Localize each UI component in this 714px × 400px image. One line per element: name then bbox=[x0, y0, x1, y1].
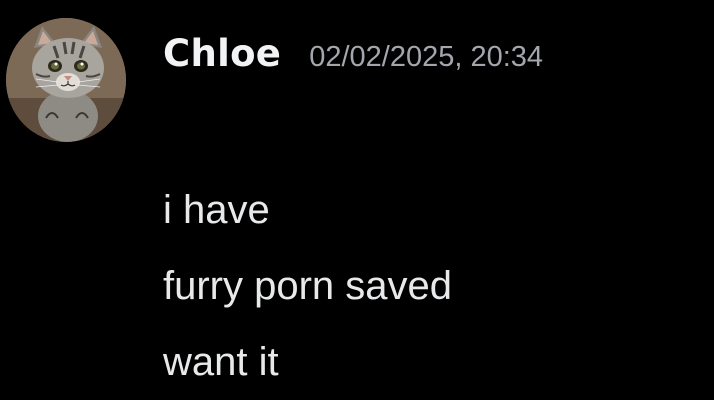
chat-message: Chloe 02/02/2025, 20:34 i have furry por… bbox=[0, 0, 714, 384]
message-header: Chloe 02/02/2025, 20:34 bbox=[163, 32, 543, 75]
message-line: i have bbox=[163, 188, 270, 232]
avatar[interactable] bbox=[6, 18, 126, 142]
message-line: want it bbox=[163, 340, 279, 384]
message-content: i have furry porn saved want it bbox=[163, 172, 452, 400]
username[interactable]: Chloe bbox=[163, 32, 281, 75]
message-line: furry porn saved bbox=[163, 264, 453, 308]
timestamp: 02/02/2025, 20:34 bbox=[309, 41, 544, 73]
cat-avatar-icon bbox=[6, 18, 126, 142]
